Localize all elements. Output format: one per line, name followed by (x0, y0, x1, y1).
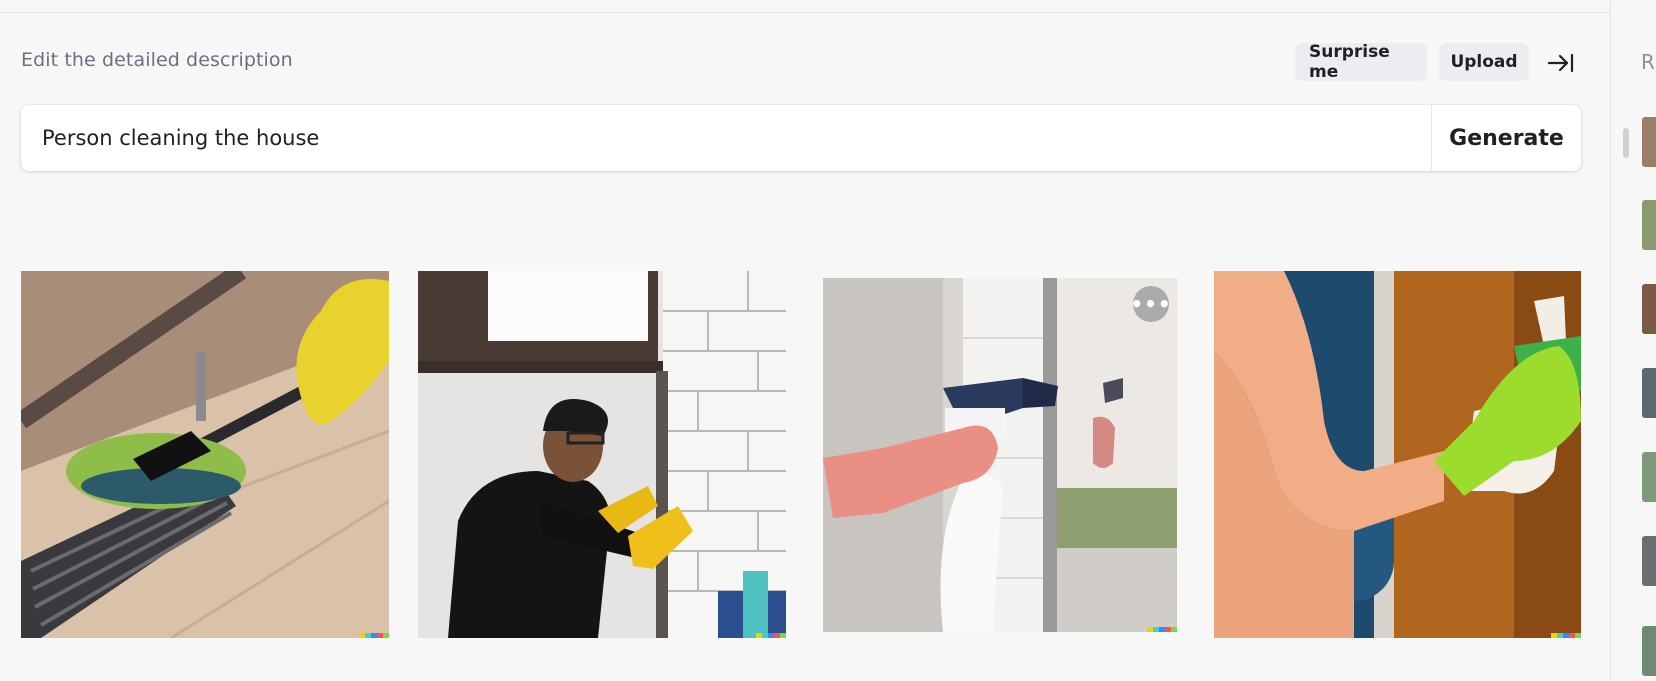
signature-mark (756, 633, 786, 638)
sidebar-title: R (1641, 50, 1655, 74)
generate-button[interactable]: Generate (1432, 105, 1581, 171)
history-thumbnail[interactable] (1642, 284, 1656, 334)
signature-mark (1147, 627, 1177, 632)
result-image-2-picture (418, 271, 786, 638)
result-image-4[interactable] (1214, 271, 1581, 638)
prompt-title: Edit the detailed description (21, 49, 293, 71)
main-area: Edit the detailed description Surprise m… (0, 0, 1610, 681)
history-thumbnail[interactable] (1642, 626, 1656, 676)
result-image-1[interactable] (21, 271, 389, 638)
result-image-3[interactable]: ••• (823, 278, 1177, 632)
sidebar-scrollbar[interactable] (1623, 128, 1629, 158)
more-options-button[interactable]: ••• (1130, 286, 1171, 322)
history-thumbnail[interactable] (1642, 117, 1656, 167)
history-thumbnail[interactable] (1642, 200, 1656, 250)
result-image-4-picture (1214, 271, 1581, 638)
signature-mark (359, 633, 389, 638)
collapse-right-icon[interactable] (1546, 50, 1576, 76)
surprise-me-button[interactable]: Surprise me (1295, 42, 1427, 82)
history-thumbnail[interactable] (1642, 452, 1656, 502)
signature-mark (1551, 633, 1581, 638)
prompt-input[interactable] (21, 105, 1431, 171)
history-sidebar: R (1610, 0, 1656, 681)
prompt-box: Generate (21, 105, 1581, 171)
history-thumbnail[interactable] (1642, 368, 1656, 418)
result-image-1-picture (21, 271, 389, 638)
result-image-2[interactable] (418, 271, 786, 638)
history-thumbnail[interactable] (1642, 536, 1656, 586)
upload-button[interactable]: Upload (1439, 43, 1529, 81)
result-image-3-picture (823, 278, 1177, 632)
